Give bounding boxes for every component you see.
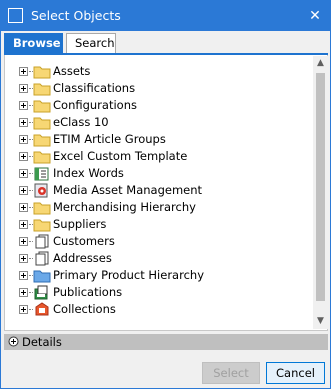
expand-icon[interactable] xyxy=(19,67,28,76)
tree-item-collections[interactable]: Collections xyxy=(5,301,311,318)
details-expander[interactable]: Details xyxy=(4,334,328,350)
expand-icon[interactable] xyxy=(19,237,28,246)
expand-icon[interactable] xyxy=(19,186,28,195)
expand-icon[interactable] xyxy=(19,203,28,212)
folder-icon xyxy=(33,134,51,147)
tab-bar: Browse Search xyxy=(4,33,328,53)
folder-icon xyxy=(33,100,51,113)
entity-icon xyxy=(35,251,49,266)
index-words-icon xyxy=(34,167,49,181)
folder-icon xyxy=(33,219,51,232)
folder-icon xyxy=(33,151,51,164)
tree-item-label: Index Words xyxy=(53,166,124,180)
tree-item-label: Publications xyxy=(53,285,123,299)
tree-item-merchandising-hierarchy[interactable]: Merchandising Hierarchy xyxy=(5,199,311,216)
tree-item-label: Classifications xyxy=(53,81,136,95)
expand-icon[interactable] xyxy=(19,118,28,127)
tree-item-addresses[interactable]: Addresses xyxy=(5,250,311,267)
expand-icon[interactable] xyxy=(19,169,28,178)
expand-icon[interactable] xyxy=(19,254,28,263)
tree-item-label: Assets xyxy=(53,64,91,78)
cancel-button[interactable]: Cancel xyxy=(266,362,325,384)
tab-browse[interactable]: Browse xyxy=(4,33,63,53)
tree-item-suppliers[interactable]: Suppliers xyxy=(5,216,311,233)
entity-icon xyxy=(35,234,49,249)
tree-panel: Assets Classifications Configurations eC… xyxy=(4,55,328,331)
tree-item-excel-custom-template[interactable]: Excel Custom Template xyxy=(5,148,311,165)
scroll-down-icon[interactable]: ▼ xyxy=(313,314,328,329)
title-bar[interactable]: Select Objects ✕ xyxy=(1,1,330,31)
tree-item-label: Media Asset Management xyxy=(53,183,203,197)
tree-item-index-words[interactable]: Index Words xyxy=(5,165,311,182)
details-label: Details xyxy=(22,335,62,349)
expand-icon[interactable] xyxy=(19,135,28,144)
tree-item-label: Addresses xyxy=(53,251,112,265)
tree-item-assets[interactable]: Assets xyxy=(5,63,311,80)
folder-icon xyxy=(33,83,51,96)
folder-icon xyxy=(33,66,51,79)
tree-item-label: eClass 10 xyxy=(53,115,109,129)
details-toggle-icon[interactable] xyxy=(8,336,19,347)
scroll-up-icon[interactable]: ▲ xyxy=(313,56,328,71)
expand-icon[interactable] xyxy=(19,152,28,161)
tree-item-label: Primary Product Hierarchy xyxy=(53,268,204,282)
expand-icon[interactable] xyxy=(19,288,28,297)
blue-folder-icon xyxy=(33,270,51,283)
tree-item-publications[interactable]: Publications xyxy=(5,284,311,301)
window-title: Select Objects xyxy=(31,8,121,23)
folder-icon xyxy=(33,202,51,215)
tree-item-label: Collections xyxy=(53,302,116,316)
tree-item-media-asset-management[interactable]: Media Asset Management xyxy=(5,182,311,199)
tree-item-label: Configurations xyxy=(53,98,137,112)
tree-item-configurations[interactable]: Configurations xyxy=(5,97,311,114)
tree-item-primary-product-hierarchy[interactable]: Primary Product Hierarchy xyxy=(5,267,311,284)
expand-icon[interactable] xyxy=(19,84,28,93)
vertical-scrollbar[interactable]: ▲ ▼ xyxy=(313,56,328,329)
tab-search[interactable]: Search xyxy=(66,33,116,53)
publications-icon xyxy=(34,285,48,300)
expand-icon[interactable] xyxy=(19,305,28,314)
expand-icon[interactable] xyxy=(19,220,28,229)
select-button[interactable]: Select xyxy=(202,362,260,384)
tree-item-etim-article-groups[interactable]: ETIM Article Groups xyxy=(5,131,311,148)
folder-icon xyxy=(33,117,51,130)
select-objects-dialog: Select Objects ✕ Browse Search Assets Cl… xyxy=(0,0,331,389)
window-icon xyxy=(8,8,23,23)
tree-item-label: Merchandising Hierarchy xyxy=(53,200,196,214)
tree-item-eclass-10[interactable]: eClass 10 xyxy=(5,114,311,131)
scroll-thumb[interactable] xyxy=(316,73,325,301)
tree-item-label: Customers xyxy=(53,234,115,248)
close-button[interactable]: ✕ xyxy=(300,1,330,31)
tree-item-label: Suppliers xyxy=(53,217,107,231)
media-asset-icon xyxy=(34,183,48,198)
expand-icon[interactable] xyxy=(19,271,28,280)
tree-item-customers[interactable]: Customers xyxy=(5,233,311,250)
tree-item-label: ETIM Article Groups xyxy=(53,132,166,146)
tree-item-classifications[interactable]: Classifications xyxy=(5,80,311,97)
tree-item-label: Excel Custom Template xyxy=(53,149,188,163)
collections-icon xyxy=(35,302,49,316)
expand-icon[interactable] xyxy=(19,101,28,110)
